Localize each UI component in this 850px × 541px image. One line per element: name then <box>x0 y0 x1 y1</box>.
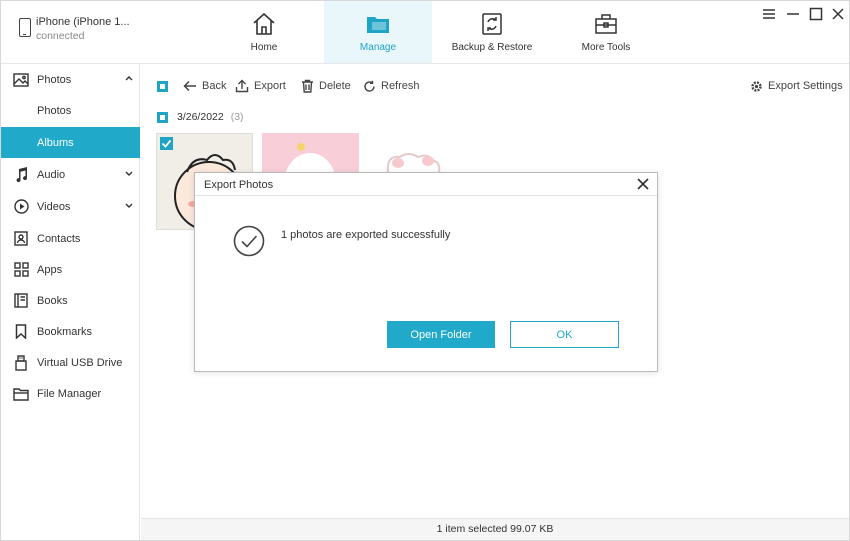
apps-icon <box>13 262 29 278</box>
sidebar-subitem-albums[interactable]: Albums <box>1 127 140 158</box>
export-photos-dialog: Export Photos 1 photos are exported succ… <box>194 172 658 372</box>
success-check-icon <box>233 225 265 257</box>
sidebar-subitem-photos[interactable]: Photos <box>1 95 140 126</box>
book-icon <box>13 293 29 309</box>
usb-icon <box>13 354 29 371</box>
back-label: Back <box>202 80 227 92</box>
dialog-message: 1 photos are exported successfully <box>281 229 451 241</box>
tab-home-label: Home <box>250 42 278 53</box>
sidebar-item-label: Books <box>37 294 68 307</box>
tab-manage[interactable]: Manage <box>324 1 432 63</box>
tab-manage-label: Manage <box>359 42 397 53</box>
date-group-checkbox[interactable] <box>157 111 168 123</box>
sidebar: Photos Photos Albums Audio Videos Contac… <box>1 64 140 540</box>
bookmark-icon <box>13 324 29 340</box>
ok-button[interactable]: OK <box>510 321 619 348</box>
date-group-header: 3/26/2022 (3) <box>157 109 244 125</box>
gear-icon <box>751 80 762 92</box>
export-icon <box>235 79 249 93</box>
sidebar-item-label: Photos <box>37 73 72 86</box>
sidebar-item-label: Contacts <box>37 232 81 245</box>
toolbox-icon <box>595 14 617 34</box>
sidebar-item-bookmarks[interactable]: Bookmarks <box>1 316 140 347</box>
select-all-checkbox[interactable] <box>157 81 168 92</box>
delete-label: Delete <box>319 80 351 92</box>
sidebar-item-label: Videos <box>37 200 71 213</box>
folder-icon <box>367 17 389 33</box>
refresh-label: Refresh <box>381 80 420 92</box>
selected-checkbox[interactable] <box>160 137 173 150</box>
backup-restore-icon <box>482 13 502 35</box>
sidebar-item-photos[interactable]: Photos <box>1 64 140 95</box>
status-bar: 1 item selected 99.07 KB <box>141 518 849 540</box>
export-settings-button[interactable]: Export Settings <box>750 77 843 95</box>
play-icon <box>13 199 29 215</box>
music-icon <box>13 166 29 183</box>
photo-icon <box>13 72 29 88</box>
maximize-icon[interactable] <box>809 7 823 21</box>
close-icon[interactable] <box>636 177 650 191</box>
home-icon <box>253 12 275 35</box>
tab-backup-label: Backup & Restore <box>451 42 533 53</box>
tab-backup-restore[interactable]: Backup & Restore <box>438 1 546 63</box>
sidebar-item-contacts[interactable]: Contacts <box>1 223 140 254</box>
sidebar-item-label: Virtual USB Drive <box>37 356 123 369</box>
sidebar-item-label: Audio <box>37 168 66 181</box>
minimize-icon[interactable] <box>786 7 800 21</box>
sidebar-item-label: File Manager <box>37 387 102 400</box>
app-window: iPhone (iPhone 1... connected Home Manag… <box>0 0 850 541</box>
chevron-up-icon <box>125 76 133 81</box>
phone-icon <box>19 18 31 37</box>
sidebar-item-apps[interactable]: Apps <box>1 254 140 285</box>
device-info[interactable]: iPhone (iPhone 1... connected <box>19 15 130 43</box>
trash-icon <box>302 79 313 93</box>
group-date: 3/26/2022 <box>177 111 224 123</box>
top-bar: iPhone (iPhone 1... connected Home Manag… <box>1 1 849 64</box>
tab-more-tools-label: More Tools <box>581 42 631 53</box>
device-status: connected <box>36 30 85 42</box>
back-button[interactable]: Back <box>183 77 226 95</box>
refresh-button[interactable]: Refresh <box>363 77 420 95</box>
main-toolbar: Back Export Delete Refresh Export Settin… <box>141 64 849 106</box>
tab-home[interactable]: Home <box>210 1 318 63</box>
chevron-down-icon <box>125 171 133 176</box>
folder-icon <box>13 386 29 402</box>
chevron-down-icon <box>125 203 133 208</box>
menu-icon[interactable] <box>762 7 776 21</box>
checkmark-icon <box>161 139 172 148</box>
sidebar-item-file-manager[interactable]: File Manager <box>1 378 140 409</box>
tab-more-tools[interactable]: More Tools <box>552 1 660 63</box>
close-window-icon[interactable] <box>831 7 845 21</box>
refresh-icon <box>364 80 375 92</box>
sidebar-item-label: Apps <box>37 263 63 276</box>
sidebar-item-books[interactable]: Books <box>1 285 140 316</box>
arrow-left-icon <box>183 80 196 92</box>
dialog-divider <box>195 195 657 196</box>
sidebar-item-audio[interactable]: Audio <box>1 159 140 190</box>
sidebar-item-label: Bookmarks <box>37 325 93 338</box>
export-button[interactable]: Export <box>235 77 286 95</box>
delete-button[interactable]: Delete <box>301 77 351 95</box>
device-name: iPhone (iPhone 1... <box>36 16 130 28</box>
dialog-title: Export Photos <box>204 179 274 191</box>
group-count: (3) <box>230 111 244 123</box>
sidebar-item-virtual-usb[interactable]: Virtual USB Drive <box>1 347 140 378</box>
open-folder-button[interactable]: Open Folder <box>387 321 495 348</box>
export-label: Export <box>254 80 286 92</box>
contacts-icon <box>13 231 29 247</box>
sidebar-item-videos[interactable]: Videos <box>1 191 140 222</box>
export-settings-label: Export Settings <box>768 80 843 92</box>
